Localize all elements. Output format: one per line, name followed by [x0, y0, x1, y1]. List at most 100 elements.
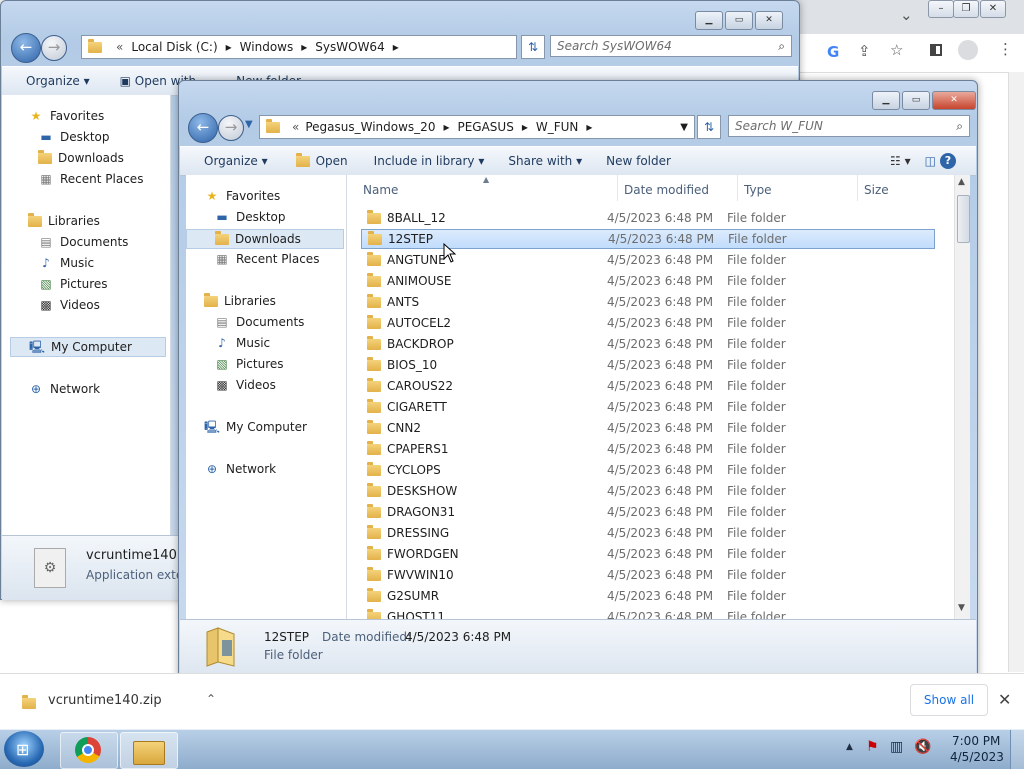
file-row[interactable]: AUTOCEL2 4/5/2023 6:48 PM File folder [361, 313, 935, 333]
front-nav-videos[interactable]: ▩ Videos [214, 378, 276, 392]
scroll-up-icon[interactable]: ▲ [958, 177, 965, 187]
front-nav-music[interactable]: ♪ Music [214, 336, 270, 350]
file-row[interactable]: ANTS 4/5/2023 6:48 PM File folder [361, 292, 935, 312]
back-nav-documents[interactable]: ▤ Documents [38, 235, 128, 249]
back-nav-recent-places[interactable]: ▦ Recent Places [38, 172, 143, 186]
front-open-button[interactable]: Open [278, 153, 358, 168]
front-include-library-button[interactable]: Include in library ▾ [358, 154, 495, 168]
google-icon[interactable]: G [827, 43, 839, 61]
column-header-size[interactable]: Size [864, 183, 889, 197]
back-nav-pictures[interactable]: ▧ Pictures [38, 277, 107, 291]
browser-minimize-button[interactable]: – [928, 0, 954, 18]
show-hidden-icons-icon[interactable]: ▲ [846, 742, 853, 752]
front-nav-network[interactable]: ⊕ Network [204, 462, 276, 476]
front-search-input[interactable]: Search W_FUN ⌕ [728, 115, 970, 137]
front-refresh-button[interactable]: ⇅ [697, 115, 721, 139]
breadcrumb-item[interactable]: PEGASUS [457, 120, 513, 134]
file-row[interactable]: FWVWIN10 4/5/2023 6:48 PM File folder [361, 565, 935, 585]
file-row[interactable]: CIGARETT 4/5/2023 6:48 PM File folder [361, 397, 935, 417]
taskbar-explorer-button[interactable] [120, 732, 178, 769]
front-share-with-button[interactable]: Share with ▾ [494, 154, 592, 168]
file-row[interactable]: GHOST11 4/5/2023 6:48 PM File folder [361, 607, 935, 619]
back-nav-downloads[interactable]: Downloads [38, 149, 124, 165]
file-row[interactable]: G2SUMR 4/5/2023 6:48 PM File folder [361, 586, 935, 606]
file-list-scrollbar[interactable]: ▲ ▼ [954, 175, 970, 619]
bookmark-star-icon[interactable]: ☆ [890, 41, 903, 59]
column-divider[interactable] [857, 175, 858, 201]
tab-list-chevron-icon[interactable]: ⌄ [900, 6, 913, 24]
front-nav-downloads[interactable]: Downloads [186, 229, 344, 249]
browser-close-button[interactable]: ✕ [980, 0, 1006, 18]
back-nav-my-computer[interactable]: 🖳 My Computer [10, 337, 166, 357]
front-maximize-button[interactable]: ▭ [902, 91, 930, 110]
help-icon[interactable]: ? [940, 153, 956, 169]
side-panel-icon[interactable] [930, 44, 942, 56]
recent-pages-chevron-icon[interactable]: ▼ [245, 119, 253, 130]
file-row[interactable]: 8BALL_12 4/5/2023 6:48 PM File folder [361, 208, 935, 228]
download-filename[interactable]: vcruntime140.zip [48, 693, 162, 708]
back-close-button[interactable]: ✕ [755, 11, 783, 30]
column-divider[interactable] [617, 175, 618, 201]
file-row[interactable]: DESKSHOW 4/5/2023 6:48 PM File folder [361, 481, 935, 501]
share-icon[interactable]: ⇪ [858, 42, 871, 60]
front-new-folder-button[interactable]: New folder [592, 154, 681, 168]
file-row[interactable]: CPAPERS1 4/5/2023 6:48 PM File folder [361, 439, 935, 459]
volume-muted-icon[interactable]: 🔇 [914, 739, 931, 755]
menu-dots-icon[interactable]: ⋮ [998, 40, 1013, 58]
back-minimize-button[interactable]: ▁ [695, 11, 723, 30]
back-refresh-button[interactable]: ⇅ [521, 35, 545, 59]
back-maximize-button[interactable]: ▭ [725, 11, 753, 30]
file-row[interactable]: FWORDGEN 4/5/2023 6:48 PM File folder [361, 544, 935, 564]
close-download-shelf-icon[interactable]: ✕ [998, 690, 1011, 709]
column-header-name[interactable]: Name [363, 183, 398, 197]
file-row[interactable]: DRESSING 4/5/2023 6:48 PM File folder [361, 523, 935, 543]
browser-scrollbar[interactable] [1008, 72, 1024, 672]
scroll-thumb[interactable] [957, 195, 970, 243]
address-dropdown-icon[interactable]: ▼ [680, 122, 688, 133]
back-nav-desktop[interactable]: ▬ Desktop [38, 130, 109, 144]
show-desktop-button[interactable] [1010, 730, 1024, 769]
breadcrumb-item[interactable]: Local Disk (C:) [131, 40, 217, 54]
breadcrumb-item[interactable]: SysWOW64 [315, 40, 384, 54]
file-row[interactable]: ANIMOUSE 4/5/2023 6:48 PM File folder [361, 271, 935, 291]
file-row[interactable]: BACKDROP 4/5/2023 6:48 PM File folder [361, 334, 935, 354]
file-row[interactable]: BIOS_10 4/5/2023 6:48 PM File folder [361, 355, 935, 375]
back-organize-button[interactable]: Organize ▾ [2, 74, 100, 88]
front-nav-libraries[interactable]: Libraries [204, 292, 276, 308]
back-nav-music[interactable]: ♪ Music [38, 256, 94, 270]
column-header-date[interactable]: Date modified [624, 183, 709, 197]
browser-restore-button[interactable]: ❐ [953, 0, 979, 18]
breadcrumb-item[interactable]: W_FUN [536, 120, 579, 134]
back-search-input[interactable]: Search SysWOW64 ⌕ [550, 35, 792, 57]
front-nav-pictures[interactable]: ▧ Pictures [214, 357, 283, 371]
preview-pane-icon[interactable]: ◫ [915, 154, 940, 168]
front-nav-desktop[interactable]: ▬ Desktop [214, 210, 285, 224]
column-divider[interactable] [737, 175, 738, 201]
column-header-type[interactable]: Type [744, 183, 772, 197]
front-nav-forward-button[interactable]: → [218, 115, 244, 141]
network-tray-icon[interactable]: ▥ [890, 739, 903, 755]
back-address-bar[interactable]: « Local Disk (C:) ▸ Windows ▸ SysWOW64 ▸ [81, 35, 517, 59]
breadcrumb-item[interactable]: Pegasus_Windows_20 [305, 120, 435, 134]
download-options-chevron-icon[interactable]: ⌃ [206, 692, 216, 706]
front-address-bar[interactable]: « Pegasus_Windows_20 ▸ PEGASUS ▸ W_FUN ▸… [259, 115, 695, 139]
back-nav-back-button[interactable]: ← [11, 33, 41, 63]
profile-avatar-icon[interactable] [958, 40, 978, 60]
front-close-button[interactable]: ✕ [932, 91, 976, 110]
file-row[interactable]: DRAGON31 4/5/2023 6:48 PM File folder [361, 502, 935, 522]
front-nav-back-button[interactable]: ← [188, 113, 218, 143]
back-nav-videos[interactable]: ▩ Videos [38, 298, 100, 312]
clock-date[interactable]: 4/5/2023 [950, 750, 1004, 764]
taskbar-chrome-button[interactable] [60, 732, 118, 769]
front-nav-recent-places[interactable]: ▦ Recent Places [214, 252, 319, 266]
back-nav-network[interactable]: ⊕ Network [28, 382, 100, 396]
front-nav-my-computer[interactable]: 🖳 My Computer [204, 420, 307, 434]
back-nav-favorites[interactable]: ★ Favorites [28, 109, 105, 123]
back-nav-libraries[interactable]: Libraries [28, 212, 100, 228]
file-row[interactable]: CNN2 4/5/2023 6:48 PM File folder [361, 418, 935, 438]
front-nav-favorites[interactable]: ★ Favorites [204, 189, 281, 203]
file-row[interactable]: CAROUS22 4/5/2023 6:48 PM File folder [361, 376, 935, 396]
file-row[interactable]: CYCLOPS 4/5/2023 6:48 PM File folder [361, 460, 935, 480]
breadcrumb-item[interactable]: Windows [240, 40, 294, 54]
action-center-icon[interactable]: ⚑ [866, 739, 879, 755]
